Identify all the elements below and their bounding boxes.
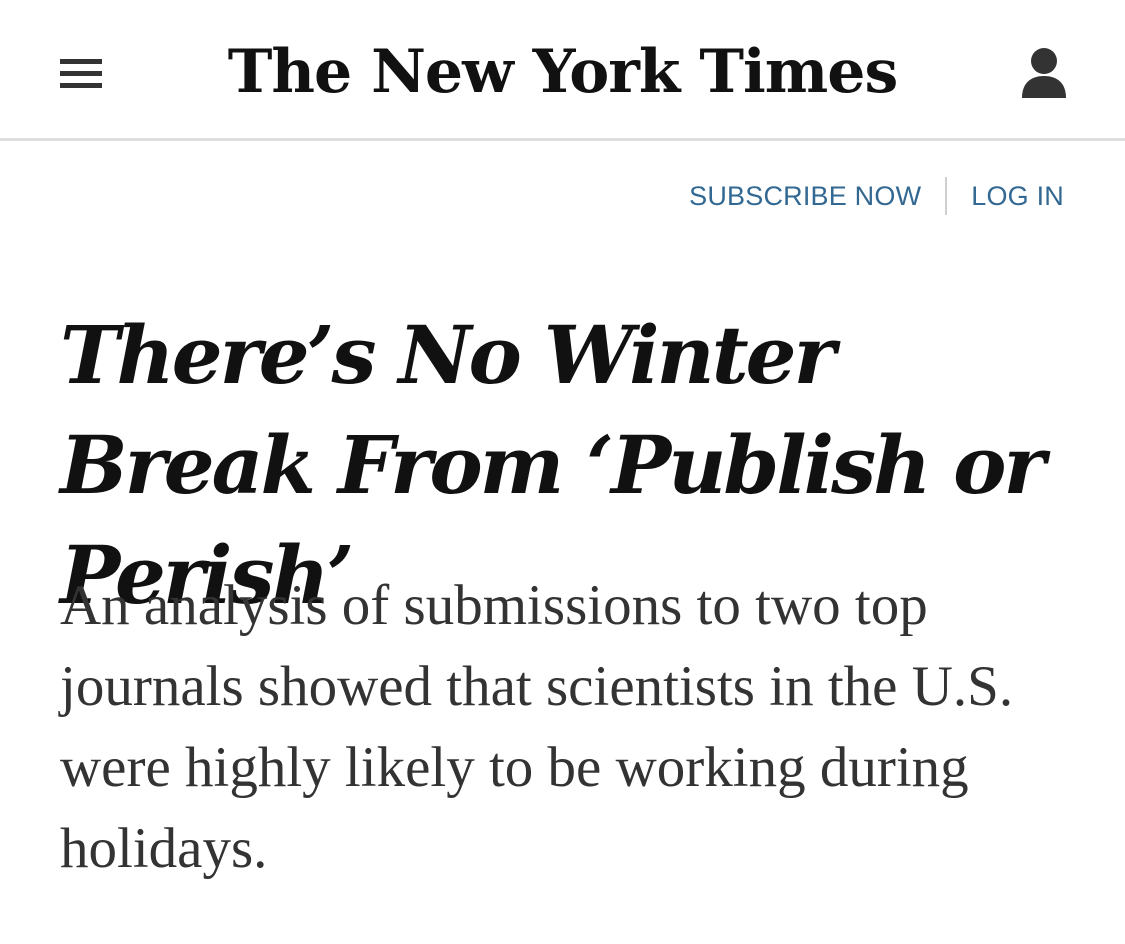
user-account-icon[interactable]: [1018, 44, 1070, 100]
masthead: The New York Times: [0, 0, 1125, 141]
log-in-link[interactable]: LOG IN: [971, 181, 1064, 212]
article-summary: An analysis of submissions to two top jo…: [60, 574, 1014, 880]
account-links: SUBSCRIBE NOW LOG IN: [689, 176, 1064, 216]
subscribe-now-link[interactable]: SUBSCRIBE NOW: [689, 181, 921, 212]
link-divider: [945, 177, 948, 215]
user-silhouette-icon: [1022, 48, 1066, 98]
site-logo[interactable]: The New York Times: [0, 30, 1125, 114]
